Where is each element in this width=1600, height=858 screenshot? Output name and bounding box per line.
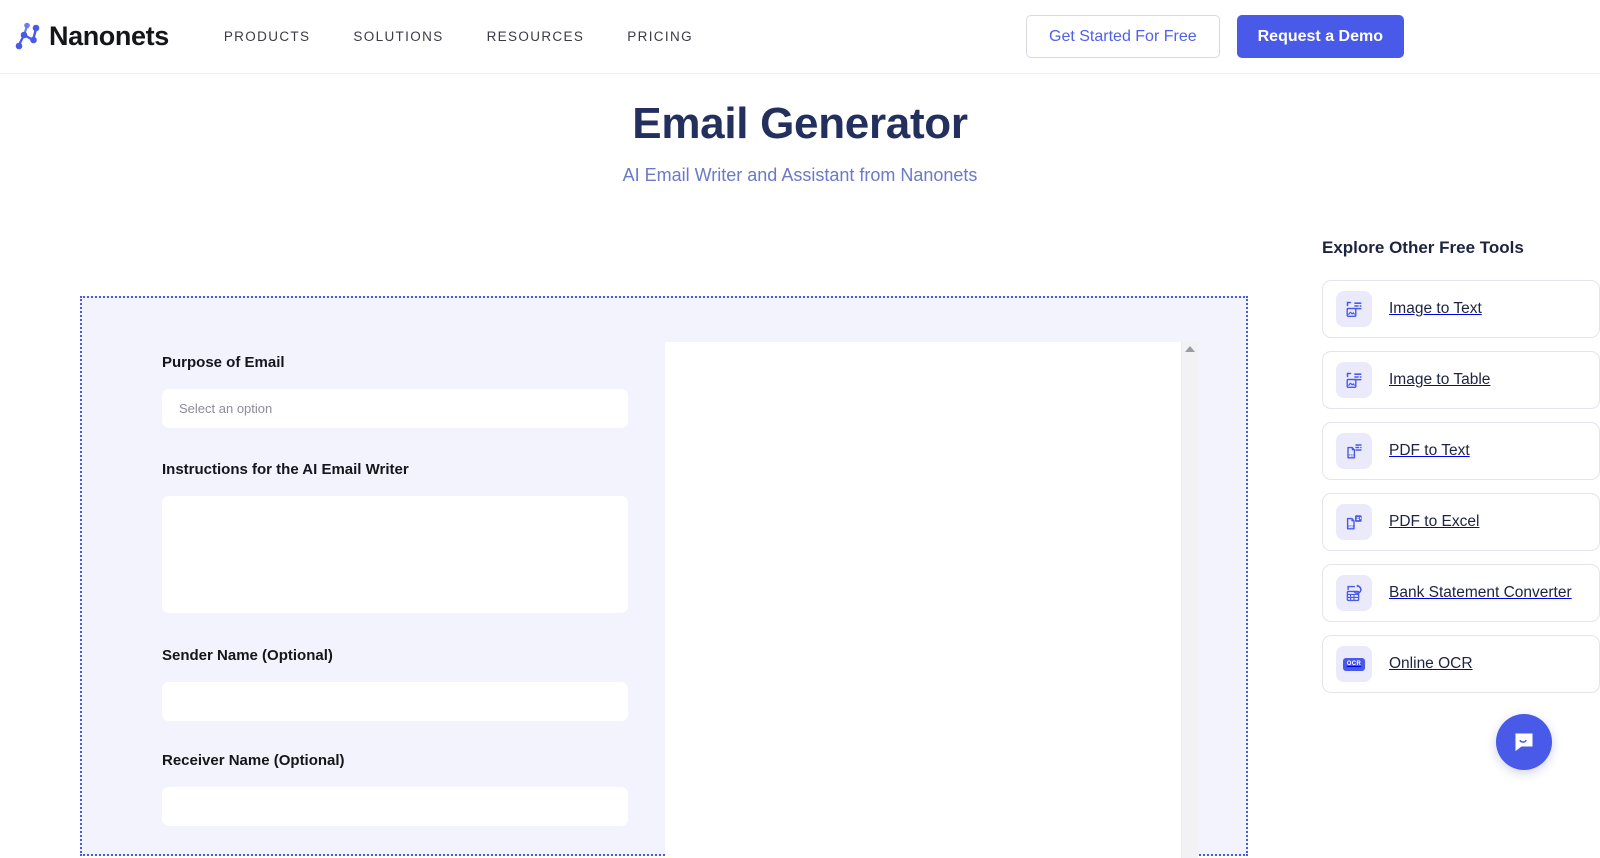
svg-text:PDF: PDF [1348, 524, 1355, 528]
field-purpose-of-email: Purpose of Email [162, 354, 665, 428]
nav-item-pricing[interactable]: PRICING [627, 29, 693, 44]
field-instructions: Instructions for the AI Email Writer [162, 461, 665, 613]
online-ocr-icon: OCR [1336, 646, 1372, 682]
tool-card-image-to-text[interactable]: Image to Text [1322, 280, 1600, 338]
bank-statement-icon [1336, 575, 1372, 611]
instructions-label: Instructions for the AI Email Writer [162, 461, 409, 478]
generated-email-output-panel [665, 342, 1198, 858]
purpose-of-email-select[interactable] [162, 389, 628, 428]
tool-card-label: Image to Table [1389, 371, 1491, 388]
main-nav: PRODUCTS SOLUTIONS RESOURCES PRICING [224, 29, 693, 44]
ocr-chip-label: OCR [1343, 657, 1365, 671]
tool-card-image-to-table[interactable]: Image to Table [1322, 351, 1600, 409]
page-title: Email Generator [632, 99, 968, 148]
site-header: Nanonets PRODUCTS SOLUTIONS RESOURCES PR… [0, 0, 1600, 74]
pdf-to-excel-icon: PDF [1336, 504, 1372, 540]
nav-item-solutions[interactable]: SOLUTIONS [353, 29, 443, 44]
email-generator-tool-container: Purpose of Email Instructions for the AI… [80, 296, 1248, 858]
brand-name: Nanonets [49, 21, 169, 51]
brand-logo-link[interactable]: Nanonets [12, 21, 169, 53]
purpose-of-email-label: Purpose of Email [162, 354, 285, 371]
header-actions: Get Started For Free Request a Demo [1026, 15, 1404, 58]
svg-text:PDF: PDF [1348, 453, 1355, 457]
instructions-textarea[interactable] [162, 496, 628, 613]
tool-card-bank-statement-converter[interactable]: Bank Statement Converter [1322, 564, 1600, 622]
tool-card-label: PDF to Excel [1389, 513, 1480, 530]
nanonets-network-logo-icon [15, 22, 40, 49]
hero-section: Email Generator AI Email Writer and Assi… [0, 74, 1600, 186]
tool-card-label: Image to Text [1389, 300, 1482, 317]
tool-card-label: Online OCR [1389, 655, 1473, 672]
output-scrollbar[interactable] [1181, 342, 1198, 858]
sender-name-input[interactable] [162, 682, 628, 721]
tool-card-pdf-to-text[interactable]: PDF PDF to Text [1322, 422, 1600, 480]
triangle-up-icon[interactable] [1185, 346, 1195, 352]
receiver-name-label: Receiver Name (Optional) [162, 752, 345, 769]
tool-card-online-ocr[interactable]: OCR Online OCR [1322, 635, 1600, 693]
image-to-text-icon [1336, 291, 1372, 327]
chat-launcher-button[interactable] [1496, 714, 1552, 770]
get-started-free-button[interactable]: Get Started For Free [1026, 15, 1220, 58]
nav-item-products[interactable]: PRODUCTS [224, 29, 311, 44]
email-generator-form: Purpose of Email Instructions for the AI… [82, 298, 665, 854]
sender-name-label: Sender Name (Optional) [162, 647, 333, 664]
sidebar-heading: Explore Other Free Tools [1322, 238, 1524, 257]
request-demo-button[interactable]: Request a Demo [1236, 15, 1404, 58]
tool-card-label: PDF to Text [1389, 442, 1470, 459]
receiver-name-input[interactable] [162, 787, 628, 826]
field-sender-name: Sender Name (Optional) [162, 647, 665, 721]
nav-item-resources[interactable]: RESOURCES [487, 29, 585, 44]
page-subtitle: AI Email Writer and Assistant from Nanon… [622, 164, 978, 185]
generated-email-text[interactable] [665, 342, 1181, 858]
explore-other-free-tools-sidebar: Explore Other Free Tools Image to Text I… [1322, 238, 1600, 706]
image-to-table-icon [1336, 362, 1372, 398]
tool-card-label: Bank Statement Converter [1389, 584, 1572, 601]
tool-card-pdf-to-excel[interactable]: PDF PDF to Excel [1322, 493, 1600, 551]
field-receiver-name: Receiver Name (Optional) [162, 752, 665, 826]
chat-bubble-icon [1515, 733, 1533, 752]
pdf-to-text-icon: PDF [1336, 433, 1372, 469]
